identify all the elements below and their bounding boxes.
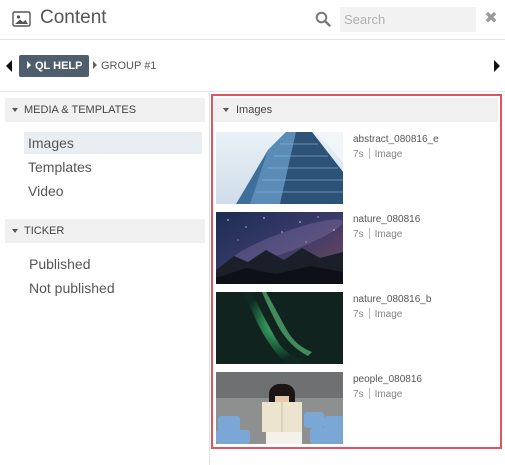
media-item[interactable]: people_080816 7s Image [216,372,496,444]
sidebar-section-media-templates[interactable]: MEDIA & TEMPLATES [5,98,205,122]
media-meta: 7s Image [353,228,402,240]
breadcrumb: QL HELP GROUP #1 [0,40,505,92]
caret-down-icon [223,108,229,112]
section-title: Images [236,104,273,116]
media-type: Image [374,149,403,160]
sidebar-section-ticker[interactable]: TICKER [5,219,205,243]
nav-next-icon[interactable] [492,58,502,74]
media-name: people_080816 [353,374,422,385]
media-name: nature_080816 [353,214,421,225]
media-duration: 7s [353,309,364,320]
media-duration: 7s [353,149,364,160]
media-item[interactable]: nature_080816 7s Image [216,212,496,284]
nav-prev-icon[interactable] [4,58,14,74]
breadcrumb-item-group[interactable]: GROUP #1 [93,55,156,77]
search-input[interactable] [340,7,476,32]
sidebar-item-not-published[interactable]: Not published [29,279,115,297]
sidebar-item-published[interactable]: Published [29,255,91,273]
media-duration: 7s [353,229,364,240]
thumbnail-image [216,212,343,284]
media-type: Image [374,309,403,320]
image-gallery-icon [12,11,31,27]
media-duration: 7s [353,389,364,400]
media-item[interactable]: abstract_080816_e 7s Image [216,132,496,204]
caret-down-icon [12,108,18,112]
divider [368,388,370,399]
triangle-right-icon [93,61,97,69]
media-type: Image [374,389,403,400]
media-name: nature_080816_b [353,294,432,305]
sidebar-item-images[interactable]: Images [24,132,202,154]
caret-down-icon [12,229,18,233]
media-type: Image [374,229,403,240]
images-section-header[interactable]: Images [214,98,498,122]
breadcrumb-label: QL HELP [35,60,83,72]
search-icon[interactable] [315,11,331,27]
section-title: TICKER [24,225,65,237]
divider [368,308,370,319]
breadcrumb-label: GROUP #1 [101,60,157,72]
thumbnail-image [216,292,343,364]
section-title: MEDIA & TEMPLATES [24,104,137,116]
media-meta: 7s Image [353,388,402,400]
close-icon[interactable]: ✖ [484,10,498,28]
header-bar: Content ✖ [0,0,505,40]
divider [368,228,370,239]
media-item[interactable]: nature_080816_b 7s Image [216,292,496,364]
media-meta: 7s Image [353,148,402,160]
triangle-right-icon [27,61,31,69]
sidebar-item-video[interactable]: Video [24,180,202,202]
divider [368,148,370,159]
media-name: abstract_080816_e [353,134,439,145]
breadcrumb-item-active[interactable]: QL HELP [19,55,90,77]
page-title: Content [40,7,107,28]
media-meta: 7s Image [353,308,402,320]
thumbnail-image [216,372,343,444]
sidebar-item-templates[interactable]: Templates [24,156,202,178]
thumbnail-image [216,132,343,204]
